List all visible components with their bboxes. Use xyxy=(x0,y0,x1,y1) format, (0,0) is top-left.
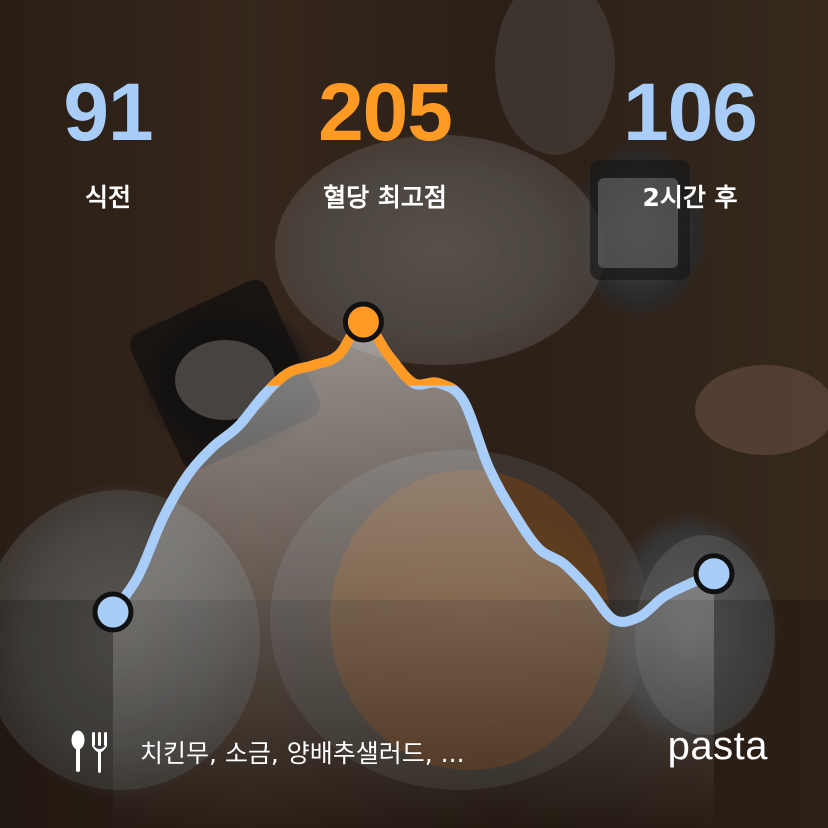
foods-row: 치킨무, 소금, 양배추샐러드, ... xyxy=(70,730,465,774)
peak-marker xyxy=(342,301,384,343)
foods-list: 치킨무, 소금, 양배추샐러드, ... xyxy=(140,739,465,768)
fork-knife-icon xyxy=(71,730,107,773)
glucose-curve-chart xyxy=(92,301,735,828)
before-meal-marker xyxy=(92,591,134,633)
two-hours-after-marker xyxy=(693,553,735,595)
brand-logo: pasta xyxy=(667,724,768,768)
glucose-share-card: 91 식전 205 혈당 최고점 106 2시간 후 치킨무, 소금, 양배추샐… xyxy=(0,0,828,828)
